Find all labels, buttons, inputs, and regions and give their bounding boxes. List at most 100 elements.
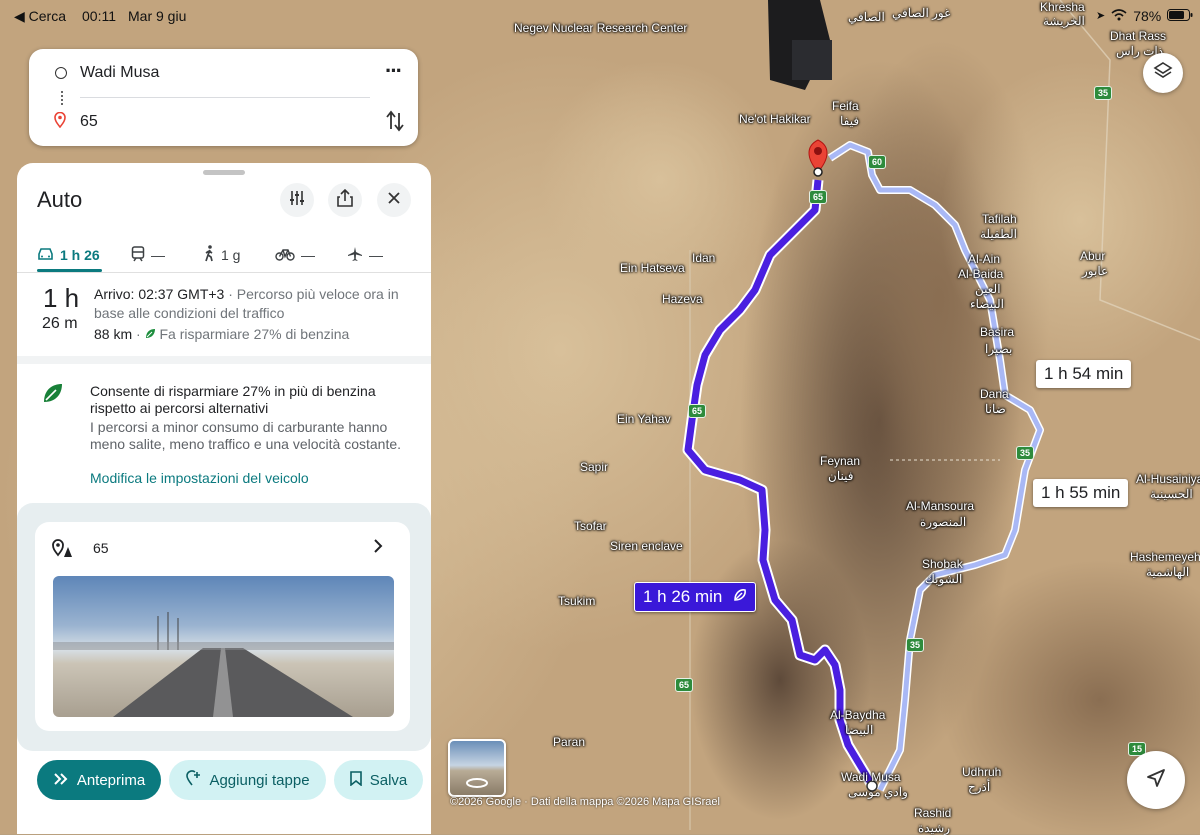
tab-label: 1 h 26 [60, 247, 100, 263]
map-label: Rashid [914, 806, 952, 820]
map-label: Al-Baida [958, 267, 1004, 281]
layers-icon [1153, 61, 1173, 86]
section-separator [17, 356, 431, 364]
divider [80, 97, 370, 98]
location-arrow-icon: ➤ [1096, 10, 1106, 22]
route-shield: 65 [675, 678, 694, 692]
route-shield: 65 [688, 404, 707, 418]
street-view-thumbnail[interactable] [448, 739, 506, 797]
map-label: البيضاء [970, 297, 1004, 311]
alt-route-time-callout[interactable]: 1 h 55 min [1033, 479, 1129, 507]
tab-label: — [301, 247, 315, 263]
status-time: 00:11 [82, 8, 116, 24]
battery-icon [1167, 0, 1193, 32]
small-leaf-icon [145, 326, 160, 342]
callout-text: 1 h 26 min [643, 587, 723, 606]
add-pin-icon [185, 770, 201, 790]
leaf-icon [733, 587, 747, 607]
route-summary[interactable]: 1 h 26 m Arrivo: 02:37 GMT+3 · Percorso … [17, 275, 431, 355]
map-label: Wadi Musa [841, 770, 901, 784]
map-label: Al-Baydha [830, 708, 886, 722]
bookmark-icon [349, 770, 362, 790]
train-icon [131, 245, 145, 265]
route-pin-icon [51, 538, 75, 563]
save-label: Salva [369, 771, 408, 789]
bike-icon [275, 247, 295, 264]
status-date: Mar 9 giu [128, 8, 187, 24]
map-label: فينان [828, 469, 854, 483]
map-label: Feifa [832, 99, 859, 113]
map-label: Siren enclave [610, 539, 683, 553]
preview-button[interactable]: Anteprima [37, 760, 161, 800]
eco-leaf-icon [42, 382, 64, 409]
add-stops-button[interactable]: Aggiungi tappe [169, 760, 326, 800]
street-label: 65 [93, 540, 109, 556]
map-label: الطفيلة [980, 227, 1017, 241]
map-label: Basira [980, 325, 1015, 339]
sliders-icon [289, 190, 305, 211]
origin-input[interactable]: Wadi Musa [80, 64, 159, 82]
map-label: Ein Hatseva [620, 261, 685, 275]
route-shield: 35 [1016, 446, 1035, 460]
more-options-icon[interactable]: ··· [385, 58, 403, 84]
street-card[interactable]: 65 [35, 522, 410, 731]
destination-pin-icon [54, 111, 66, 133]
preview-label: Anteprima [76, 771, 146, 789]
tab-cycling[interactable]: — [275, 235, 315, 275]
duration-hours: 1 h [43, 283, 80, 313]
save-button[interactable]: Salva [334, 760, 423, 800]
vehicle-settings-link[interactable]: Modifica le impostazioni del veicolo [90, 470, 309, 486]
route-details: Arrivo: 02:37 GMT+3 · Percorso più veloc… [94, 285, 414, 344]
map-attribution: ©2026 Google · Dati della mappa ©2026 Ma… [450, 796, 720, 808]
map-label: رشيدة [918, 821, 951, 835]
route-shield: 35 [1094, 86, 1113, 100]
map-label: فيفا [840, 114, 860, 128]
share-button[interactable] [328, 183, 362, 217]
route-options-button[interactable] [280, 183, 314, 217]
eco-body: I percorsi a minor consumo di carburante… [90, 419, 402, 452]
map-label: وادي موسى [848, 785, 908, 799]
primary-route-time-callout[interactable]: 1 h 26 min [634, 582, 757, 612]
tab-walking[interactable]: 1 g [203, 235, 240, 275]
destination-input[interactable]: 65 [80, 113, 98, 131]
plane-icon [347, 246, 363, 265]
map-label: Al-Husainiya [1136, 472, 1200, 486]
directions-panel: Auto 1 h 26 — 1 g — — 1 h 26 m Arrivo: 0… [17, 163, 431, 834]
wifi-icon [1111, 0, 1127, 32]
map-label: الشوبك [925, 572, 963, 586]
street-view-image[interactable] [53, 576, 394, 717]
alt-route-time-callout[interactable]: 1 h 54 min [1036, 360, 1132, 388]
route-dots [61, 91, 65, 105]
swap-direction-icon[interactable] [386, 109, 404, 138]
destination-row[interactable]: 65 [29, 107, 418, 137]
route-shield: 65 [809, 190, 828, 204]
map-label: غور الصافي [892, 6, 951, 20]
origin-circle-icon [55, 67, 67, 79]
arrival-time: Arrivo: 02:37 GMT+3 [94, 286, 225, 302]
my-location-button[interactable] [1127, 751, 1185, 809]
map-label: الخريشة [1043, 14, 1085, 28]
map-label: Ne'ot Hakikar [739, 112, 811, 126]
map-label: البيضا [845, 723, 874, 737]
map-label: Dana [980, 387, 1009, 401]
route-distance: 88 km [94, 326, 133, 342]
back-to-search-link[interactable]: ◀ Cerca [14, 0, 66, 32]
map-label: Ein Yahav [617, 412, 671, 426]
tab-label: — [369, 247, 383, 263]
drag-handle[interactable] [203, 170, 245, 175]
close-icon [387, 191, 401, 210]
share-icon [337, 188, 353, 212]
route-shield: 60 [868, 155, 887, 169]
map-label: الحسينية [1150, 487, 1193, 501]
map-label: ضانا [985, 402, 1006, 416]
directions-search-card: Wadi Musa ··· 65 [29, 49, 418, 146]
close-button[interactable] [377, 183, 411, 217]
tabs-divider [17, 272, 431, 273]
tab-transit[interactable]: — [131, 235, 165, 275]
tab-flights[interactable]: — [347, 235, 383, 275]
map-label: Abur [1080, 249, 1106, 263]
battery-percent: 78% [1133, 8, 1162, 24]
layers-button[interactable] [1143, 53, 1183, 93]
eco-title: Consente di risparmiare 27% in più di be… [90, 383, 376, 416]
origin-row[interactable]: Wadi Musa ··· [29, 58, 418, 88]
